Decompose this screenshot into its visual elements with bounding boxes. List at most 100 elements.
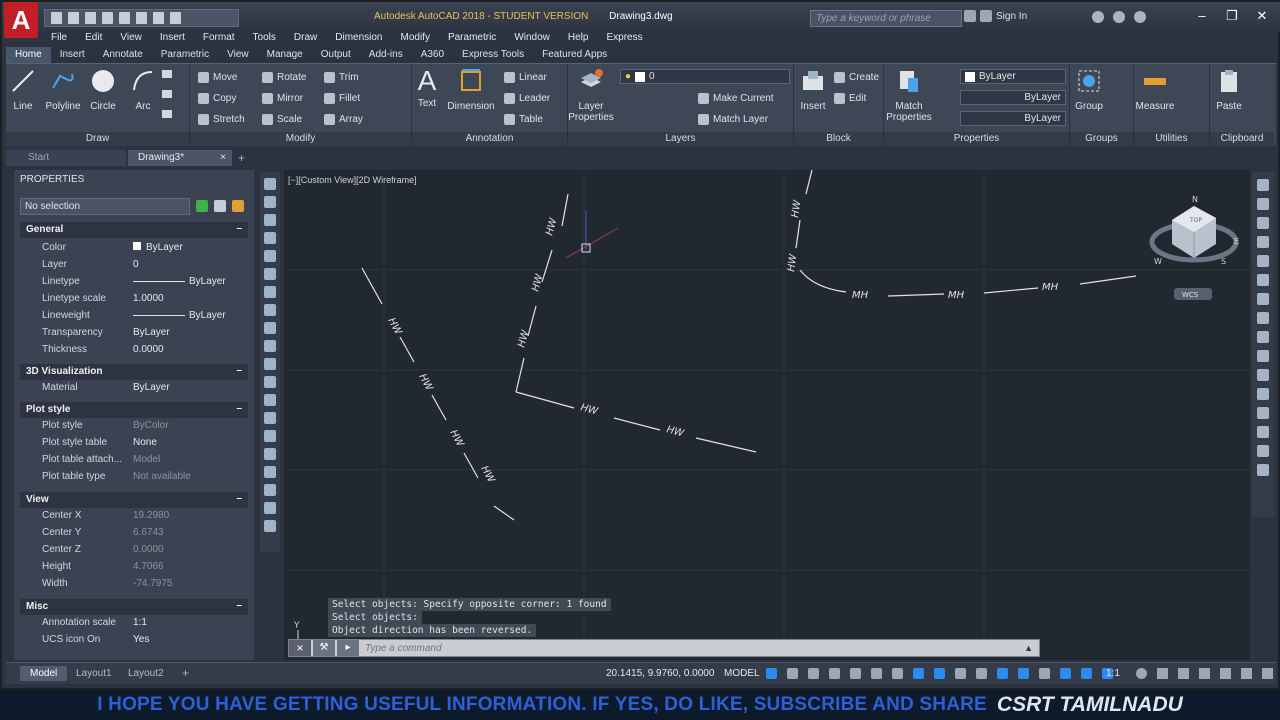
help-icon[interactable] xyxy=(1134,11,1146,23)
tab-a360[interactable]: A360 xyxy=(412,47,453,63)
save-icon[interactable] xyxy=(85,12,96,24)
collapse-icon[interactable]: – xyxy=(236,365,242,376)
tab-layout2[interactable]: Layout2 xyxy=(118,666,174,681)
color-dropdown[interactable]: ByLayer xyxy=(960,69,1066,84)
object-snap-tracking-icon[interactable] xyxy=(892,668,903,679)
undo-icon[interactable] xyxy=(136,12,147,24)
menu-edit[interactable]: Edit xyxy=(76,32,111,46)
quick-access-toolbar[interactable] xyxy=(44,9,239,27)
selection-cycling-icon[interactable] xyxy=(976,668,987,679)
arc-tool-icon[interactable] xyxy=(264,268,276,280)
units-icon[interactable] xyxy=(1178,668,1189,679)
tab-featured-apps[interactable]: Featured Apps xyxy=(533,47,616,63)
coordinates-readout[interactable]: 20.1415, 9.9760, 0.0000 xyxy=(606,668,714,679)
annotation-scale[interactable]: 1:1 xyxy=(1106,668,1120,679)
tab-insert[interactable]: Insert xyxy=(51,47,94,63)
section-misc[interactable]: Misc – xyxy=(20,599,248,615)
properties-panel-title[interactable]: Properties xyxy=(884,132,1069,146)
search-input[interactable]: Type a keyword or phrase xyxy=(810,10,962,27)
section-3d-visualization[interactable]: 3D Visualization – xyxy=(20,364,248,380)
prop-linetype[interactable]: Linetype ByLayer xyxy=(20,276,248,293)
prop-lineweight[interactable]: Lineweight ByLayer xyxy=(20,310,248,327)
menu-window[interactable]: Window xyxy=(505,32,559,46)
tab-output[interactable]: Output xyxy=(312,47,360,63)
rotate-tool-icon[interactable] xyxy=(1257,293,1269,305)
section-view[interactable]: View – xyxy=(20,492,248,508)
select-objects-icon[interactable] xyxy=(214,200,226,212)
revision-cloud-icon[interactable] xyxy=(264,304,276,316)
menu-view[interactable]: View xyxy=(111,32,151,46)
share-icon[interactable] xyxy=(170,12,181,24)
polygon-icon[interactable] xyxy=(264,232,276,244)
menu-draw[interactable]: Draw xyxy=(285,32,326,46)
prop-plot-style[interactable]: Plot style ByColor xyxy=(20,420,248,437)
binoculars-icon[interactable] xyxy=(964,10,976,22)
sign-in-label[interactable]: Sign In xyxy=(996,11,1027,22)
construction-line-icon[interactable] xyxy=(264,196,276,208)
insert-block-icon[interactable] xyxy=(264,376,276,388)
annotation-panel-title[interactable]: Annotation xyxy=(412,132,567,146)
collapse-icon[interactable]: – xyxy=(236,600,242,611)
open-icon[interactable] xyxy=(68,12,79,24)
close-tab-icon[interactable]: × xyxy=(220,152,226,163)
drawing-svg[interactable]: HW HW HW HW HW HW HW HW HW HW HW MH MH M… xyxy=(284,169,1250,660)
clipboard-panel-title[interactable]: Clipboard xyxy=(1210,132,1274,146)
prop-color[interactable]: Color ByLayer xyxy=(20,242,248,259)
prop-center-y[interactable]: Center Y 6.6743 xyxy=(20,527,248,544)
prop-plot-table-attach[interactable]: Plot table attach... Model xyxy=(20,454,248,471)
arc-button[interactable]: Arc xyxy=(118,68,168,112)
erase-icon[interactable] xyxy=(1257,179,1269,191)
table-tool-icon[interactable] xyxy=(264,484,276,496)
tab-view[interactable]: View xyxy=(218,47,258,63)
fillet-button[interactable]: Fillet xyxy=(324,90,360,106)
mh-polyline-curve[interactable] xyxy=(795,169,1137,297)
tab-start[interactable]: Start xyxy=(6,150,126,166)
annotation-monitor-icon[interactable] xyxy=(1157,668,1168,679)
region-icon[interactable] xyxy=(264,466,276,478)
lineweight-toggle-icon[interactable] xyxy=(934,668,945,679)
mirror-button[interactable]: Mirror xyxy=(262,90,303,106)
ortho-icon[interactable] xyxy=(829,668,840,679)
drawing-canvas[interactable]: HW HW HW HW HW HW HW HW HW HW HW MH MH M… xyxy=(284,169,1250,660)
prop-linetype-scale[interactable]: Linetype scale 1.0000 xyxy=(20,293,248,310)
offset-icon[interactable] xyxy=(1257,236,1269,248)
block-panel-title[interactable]: Block xyxy=(794,132,883,146)
prop-center-z[interactable]: Center Z 0.0000 xyxy=(20,544,248,561)
workspace-gear-icon[interactable] xyxy=(1136,668,1147,679)
prop-material[interactable]: Material ByLayer xyxy=(20,382,248,399)
tab-annotate[interactable]: Annotate xyxy=(94,47,152,63)
print-icon[interactable] xyxy=(119,12,130,24)
restore-icon[interactable]: ❐ xyxy=(1218,6,1246,26)
add-selected-icon[interactable] xyxy=(264,520,276,532)
move-tool-icon[interactable] xyxy=(1257,274,1269,286)
leader-button[interactable]: Leader xyxy=(504,90,550,106)
rectangle-icon[interactable] xyxy=(264,250,276,262)
object-snap-icon[interactable] xyxy=(913,668,924,679)
create-block-button[interactable]: Create xyxy=(834,69,879,85)
chamfer-icon[interactable] xyxy=(1257,426,1269,438)
linear-button[interactable]: Linear xyxy=(504,69,547,85)
copy-button[interactable]: Copy xyxy=(198,90,236,106)
trim-button[interactable]: Trim xyxy=(324,69,359,85)
viewport-controls-label[interactable]: [−][Custom View][2D Wireframe] xyxy=(288,175,417,185)
modify-panel-title[interactable]: Modify xyxy=(190,132,411,146)
application-menu-button[interactable]: A xyxy=(4,2,38,38)
copy-object-icon[interactable] xyxy=(1257,198,1269,210)
tab-parametric[interactable]: Parametric xyxy=(152,47,218,63)
groups-panel-title[interactable]: Groups xyxy=(1070,132,1133,146)
model-space-button[interactable]: MODEL xyxy=(724,668,760,679)
prop-plot-style-table[interactable]: Plot style table None xyxy=(20,437,248,454)
lineweight-dropdown[interactable]: ByLayer xyxy=(960,111,1066,126)
layers-panel-title[interactable]: Layers xyxy=(568,132,793,146)
section-plot-style[interactable]: Plot style – xyxy=(20,402,248,418)
polar-tracking-icon[interactable] xyxy=(850,668,861,679)
measure-button[interactable]: Measure xyxy=(1130,68,1180,112)
grid-icon[interactable] xyxy=(766,668,777,679)
stretch-button[interactable]: Stretch xyxy=(198,111,245,127)
gradient-icon[interactable] xyxy=(264,448,276,460)
menu-help[interactable]: Help xyxy=(559,32,598,46)
prop-layer[interactable]: Layer 0 xyxy=(20,259,248,276)
isodraft-icon[interactable] xyxy=(871,668,882,679)
linetype-dropdown[interactable]: ByLayer xyxy=(960,90,1066,105)
line-tool-icon[interactable] xyxy=(264,178,276,190)
